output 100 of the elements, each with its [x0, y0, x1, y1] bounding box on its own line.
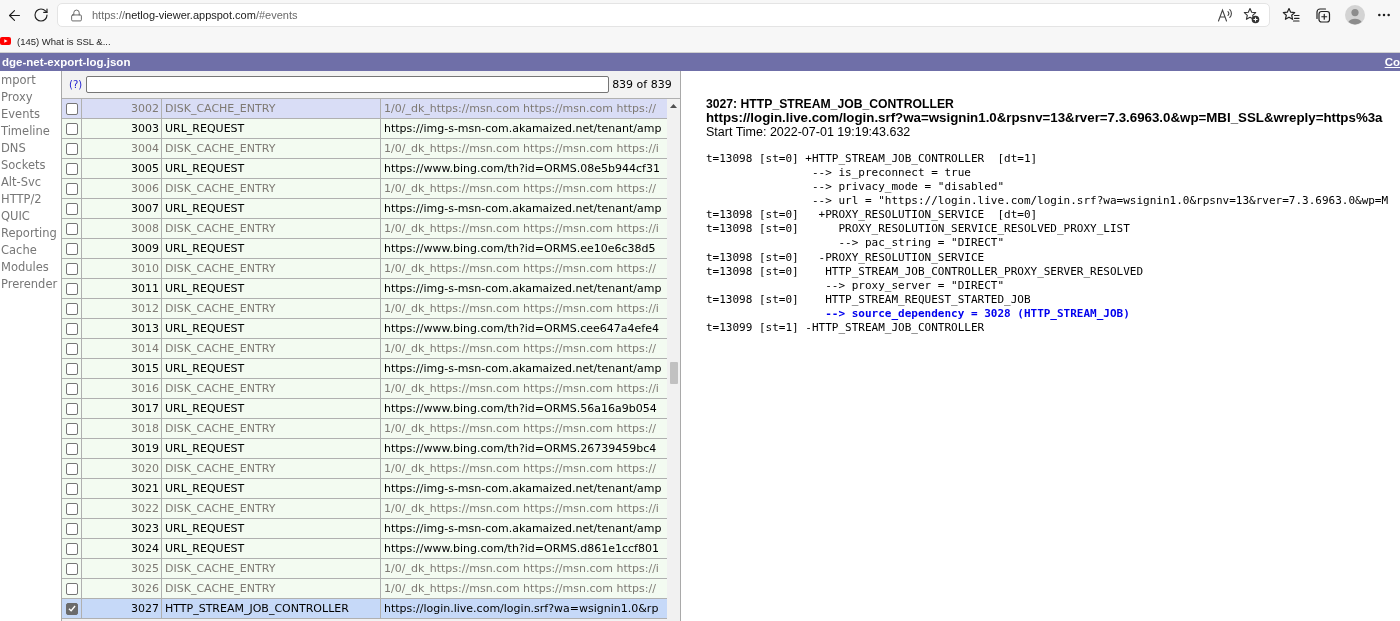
sidebar-tab[interactable]: Prerender	[0, 276, 58, 293]
table-row[interactable]: 3002 DISK_CACHE_ENTRY 1/0/_dk_https://msn.com https://msn.com https://	[62, 99, 667, 119]
table-row[interactable]: 3021 URL_REQUEST https://img-s-msn-com.akamaized.net/tenant/amp	[62, 479, 667, 499]
log-parameter: --> url = "https://login.live.com/login.srf?wa=wsignin1.0&rpsnv=13&rver=7.3.6963.0&wp=M	[811, 193, 1389, 209]
source-type: DISK_CACHE_ENTRY	[165, 581, 276, 597]
source-description: https://www.bing.com/th?id=ORMS.56a16a9b054	[384, 401, 657, 417]
header-link[interactable]: Co	[1384, 56, 1400, 68]
sidebar-tab[interactable]: Modules	[0, 259, 49, 276]
table-row[interactable]: 3014 DISK_CACHE_ENTRY 1/0/_dk_https://msn.com https://msn.com https://	[62, 339, 667, 359]
checkbox[interactable]	[65, 202, 78, 215]
table-row[interactable]: 3022 DISK_CACHE_ENTRY 1/0/_dk_https://msn.com https://msn.com https://i	[62, 499, 667, 519]
table-row[interactable]: 3007 URL_REQUEST https://img-s-msn-com.akamaized.net/tenant/amp	[62, 199, 667, 219]
filter-input[interactable]	[86, 76, 610, 93]
checkbox[interactable]	[65, 242, 78, 255]
lock-icon[interactable]	[70, 8, 83, 22]
checkbox[interactable]	[65, 302, 78, 315]
table-row[interactable]: 3024 URL_REQUEST https://www.bing.com/th?id=ORMS.d861e1ccf801	[62, 539, 667, 559]
log-file-name: dge-net-export-log.json	[2, 56, 131, 68]
checkbox[interactable]	[65, 442, 78, 455]
log-entry: t=13098 [st=0] +HTTP_STREAM_JOB_CONTROLLER [dt=1]	[706, 151, 1038, 166]
table-row[interactable]: 3005 URL_REQUEST https://www.bing.com/th?id=ORMS.08e5b944cf31	[62, 159, 667, 179]
checkbox[interactable]	[65, 422, 78, 435]
source-description: https://www.bing.com/th?id=ORMS.08e5b944cf31	[384, 161, 660, 177]
checkbox[interactable]	[65, 582, 78, 595]
checkbox[interactable]	[65, 122, 78, 135]
table-row[interactable]: 3020 DISK_CACHE_ENTRY 1/0/_dk_https://msn.com https://msn.com https://	[62, 459, 667, 479]
sidebar-tab[interactable]: Sockets	[0, 157, 46, 174]
source-id: 3014	[131, 341, 159, 357]
address-bar[interactable]: https://netlog-viewer.appspot.com/#events	[57, 3, 1270, 27]
table-row[interactable]: 3017 URL_REQUEST https://www.bing.com/th?id=ORMS.56a16a9b054	[62, 399, 667, 419]
up-arrow-icon[interactable]	[670, 104, 677, 108]
source-id: 3006	[131, 181, 159, 197]
sidebar-tab[interactable]: Reporting	[0, 225, 57, 242]
checkbox[interactable]	[65, 462, 78, 475]
table-row[interactable]: 3008 DISK_CACHE_ENTRY 1/0/_dk_https://msn.com https://msn.com https://i	[62, 219, 667, 239]
table-row[interactable]: 3016 DISK_CACHE_ENTRY 1/0/_dk_https://msn.com https://msn.com https://i	[62, 379, 667, 399]
log-parameter: --> proxy_server = "DIRECT"	[825, 278, 1004, 294]
sidebar-tab[interactable]: DNS	[0, 140, 26, 157]
checkbox[interactable]	[65, 282, 78, 295]
sidebar-tab[interactable]: Alt-Svc	[0, 174, 42, 191]
sidebar-tab[interactable]: HTTP/2	[0, 191, 42, 208]
source-description: 1/0/_dk_https://msn.com https://msn.com https://i	[384, 501, 659, 517]
table-row[interactable]: 3012 DISK_CACHE_ENTRY 1/0/_dk_https://msn.com https://msn.com https://i	[62, 299, 667, 319]
checkbox[interactable]	[65, 102, 78, 115]
profile-avatar-icon[interactable]	[1345, 5, 1365, 25]
table-row[interactable]: 3027 HTTP_STREAM_JOB_CONTROLLER https://login.live.com/login.srf?wa=wsignin1.0&rp	[62, 599, 667, 619]
table-row[interactable]: 3006 DISK_CACHE_ENTRY 1/0/_dk_https://msn.com https://msn.com https://	[62, 179, 667, 199]
source-description: 1/0/_dk_https://msn.com https://msn.com https://	[384, 421, 656, 437]
checkbox[interactable]	[65, 222, 78, 235]
table-row[interactable]: 3009 URL_REQUEST https://www.bing.com/th?id=ORMS.ee10e6c38d5	[62, 239, 667, 259]
table-row[interactable]: 3019 URL_REQUEST https://www.bing.com/th?id=ORMS.26739459bc4	[62, 439, 667, 459]
checkbox[interactable]	[65, 402, 78, 415]
table-row[interactable]: 3004 DISK_CACHE_ENTRY 1/0/_dk_https://msn.com https://msn.com https://i	[62, 139, 667, 159]
help-link[interactable]: (?)	[69, 79, 83, 90]
table-row[interactable]: 3013 URL_REQUEST https://www.bing.com/th?id=ORMS.cee647a4efe4	[62, 319, 667, 339]
source-type: URL_REQUEST	[165, 161, 245, 177]
source-description: 1/0/_dk_https://msn.com https://msn.com https://	[384, 581, 656, 597]
sidebar-tab[interactable]: Events	[0, 106, 40, 123]
collections-icon[interactable]	[1313, 6, 1331, 24]
sidebar-tab[interactable]: QUIC	[0, 208, 30, 225]
checkbox[interactable]	[65, 362, 78, 375]
table-row[interactable]: 3025 DISK_CACHE_ENTRY 1/0/_dk_https://msn.com https://msn.com https://i	[62, 559, 667, 579]
add-favorite-icon[interactable]	[1242, 6, 1260, 24]
table-row[interactable]: 3023 URL_REQUEST https://img-s-msn-com.akamaized.net/tenant/amp	[62, 519, 667, 539]
checkbox[interactable]	[65, 382, 78, 395]
source-id: 3027	[131, 601, 159, 617]
checkbox[interactable]	[65, 162, 78, 175]
source-type: DISK_CACHE_ENTRY	[165, 341, 276, 357]
checkbox[interactable]	[65, 182, 78, 195]
checkbox[interactable]	[65, 522, 78, 535]
bookmark-item[interactable]: (145) What is SSL &...	[0, 35, 111, 47]
sidebar-tab[interactable]: mport	[0, 72, 36, 89]
checkbox[interactable]	[65, 502, 78, 515]
checkbox[interactable]	[65, 262, 78, 275]
checkbox[interactable]	[65, 322, 78, 335]
source-type: DISK_CACHE_ENTRY	[165, 261, 276, 277]
sidebar-tab[interactable]: Timeline	[0, 123, 50, 140]
checkbox[interactable]	[65, 542, 78, 555]
sidebar-tab[interactable]: Proxy	[0, 89, 33, 106]
checkbox[interactable]	[65, 342, 78, 355]
checkbox[interactable]	[65, 482, 78, 495]
source-dependency-link[interactable]: --> source_dependency = 3028 (HTTP_STREAM_JOB)	[825, 307, 1130, 322]
source-id: 3022	[131, 501, 159, 517]
source-description: 1/0/_dk_https://msn.com https://msn.com https://i	[384, 221, 659, 237]
source-id: 3009	[131, 241, 159, 257]
checkbox[interactable]	[65, 602, 78, 615]
favorites-icon[interactable]	[1282, 7, 1300, 23]
sidebar-tab[interactable]: Cache	[0, 242, 37, 259]
table-row[interactable]: 3018 DISK_CACHE_ENTRY 1/0/_dk_https://msn.com https://msn.com https://	[62, 419, 667, 439]
checkbox[interactable]	[65, 142, 78, 155]
table-row[interactable]: 3026 DISK_CACHE_ENTRY 1/0/_dk_https://msn.com https://msn.com https://	[62, 579, 667, 599]
table-row[interactable]: 3010 DISK_CACHE_ENTRY 1/0/_dk_https://msn.com https://msn.com https://	[62, 259, 667, 279]
table-row[interactable]: 3003 URL_REQUEST https://img-s-msn-com.akamaized.net/tenant/amp	[62, 119, 667, 139]
scrollbar-thumb[interactable]	[670, 362, 678, 384]
read-aloud-icon[interactable]	[1217, 7, 1233, 23]
source-url: https://login.live.com/login.srf?wa=wsignin1.0&rpsnv=13&rver=7.3.6963.0&wp=MBI_SSL&wreply=https%3a	[706, 111, 1383, 125]
reload-icon[interactable]	[33, 7, 49, 23]
table-row[interactable]: 3015 URL_REQUEST https://img-s-msn-com.akamaized.net/tenant/amp	[62, 359, 667, 379]
table-row[interactable]: 3011 URL_REQUEST https://img-s-msn-com.akamaized.net/tenant/amp	[62, 279, 667, 299]
checkbox[interactable]	[65, 562, 78, 575]
